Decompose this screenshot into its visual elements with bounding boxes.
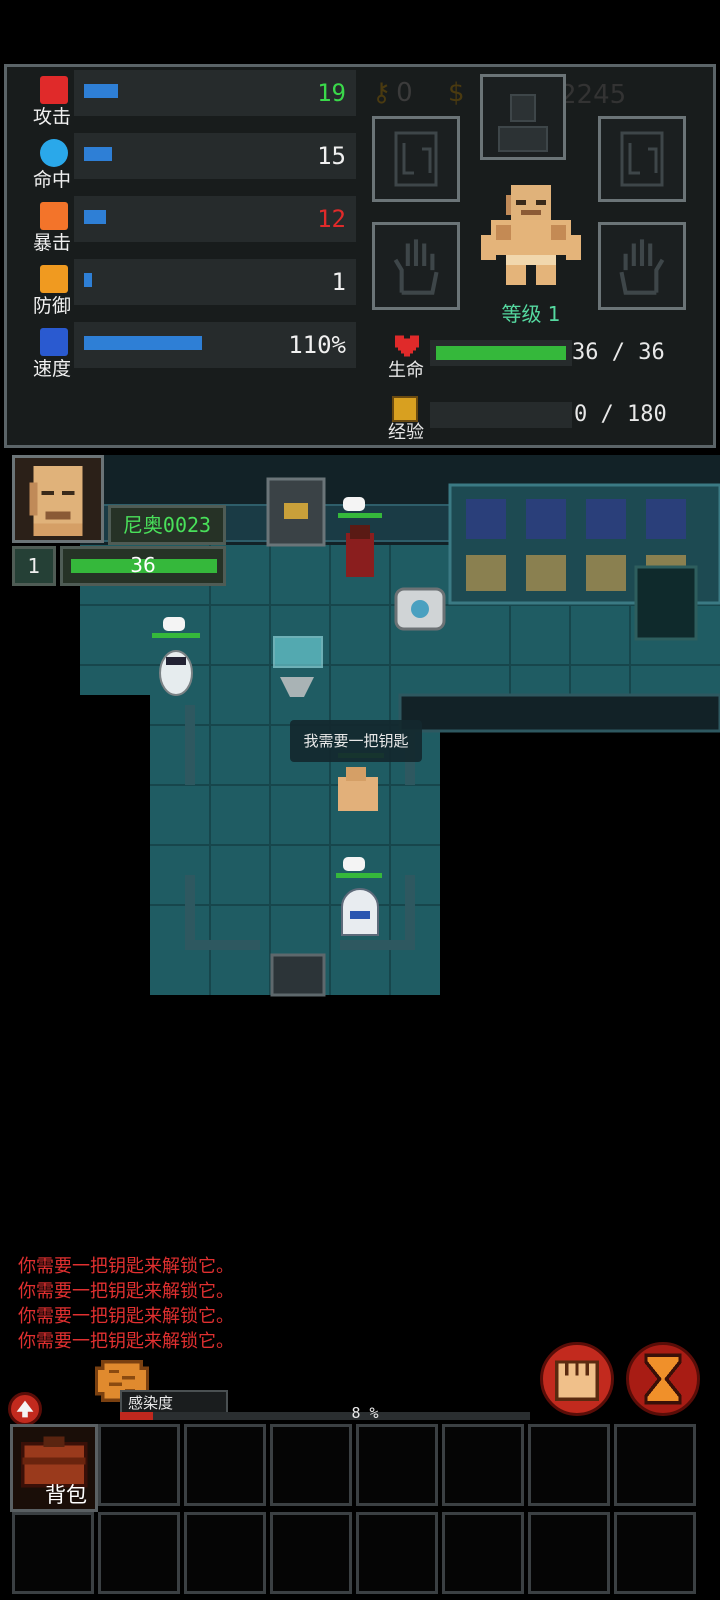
hourglass-icon [644, 1353, 682, 1405]
stat-value: 15 [317, 142, 346, 170]
inventory-slot[interactable] [184, 1512, 266, 1594]
stat-value: 1 [331, 268, 346, 296]
money-icon: $ [448, 78, 465, 108]
stat-value: 19 [317, 79, 346, 107]
hp-label: 生命 [388, 360, 424, 381]
backpack-button[interactable]: 背包 [10, 1424, 98, 1512]
stat-bar-fill [84, 147, 112, 161]
left-accessory-slot[interactable] [372, 116, 460, 202]
infection-value: 8 % [351, 1404, 379, 1422]
stat-label: 速度 [32, 358, 71, 380]
player-hp-text: 36 [130, 553, 156, 577]
stat-bar: 15 [74, 133, 356, 179]
dialog-bubble: 我需要一把钥匙 [290, 720, 422, 762]
log-line: 你需要一把钥匙来解锁它。 [18, 1281, 234, 1302]
fist-icon [554, 1360, 600, 1402]
xp-bar [430, 402, 572, 428]
inventory-slot[interactable] [270, 1512, 352, 1594]
inventory-slot[interactable] [614, 1512, 696, 1594]
player-portrait[interactable] [12, 455, 104, 543]
money-value: 2245 [560, 80, 627, 110]
inventory-slot[interactable] [356, 1424, 438, 1506]
speed-icon [40, 328, 68, 356]
stat-value: 110% [288, 331, 346, 359]
stat-bar: 12 [74, 196, 356, 242]
log-line: 你需要一把钥匙来解锁它。 [18, 1331, 234, 1352]
player-level-badge: 1 [12, 546, 56, 586]
xp-value: 0 / 180 [574, 402, 667, 427]
log-line: 你需要一把钥匙来解锁它。 [18, 1306, 234, 1327]
inventory-slot[interactable] [442, 1512, 524, 1594]
hand-icon [393, 239, 439, 295]
bottom-door[interactable] [270, 953, 326, 997]
xp-label: 经验 [388, 422, 424, 443]
stat-bar: 110% [74, 322, 356, 368]
stat-bar-fill [84, 210, 106, 224]
circuit-icon [394, 131, 438, 187]
player-name: 尼奥0023 [108, 505, 226, 545]
key-icon: ⚷ [372, 78, 392, 108]
stat-label: 攻击 [32, 106, 71, 128]
hp-value: 36 / 36 [572, 340, 665, 365]
inventory-slot[interactable] [270, 1424, 352, 1506]
inventory-slot[interactable] [528, 1424, 610, 1506]
teleport-cube[interactable] [394, 587, 446, 631]
inventory-slot[interactable] [528, 1512, 610, 1594]
portrait-face [29, 466, 83, 536]
attack-fist-button[interactable] [540, 1342, 614, 1416]
stat-label: 暴击 [32, 232, 71, 254]
right-accessory-slot[interactable] [598, 116, 686, 202]
locked-door[interactable] [266, 477, 326, 547]
level-up-arrow-icon[interactable] [8, 1392, 42, 1426]
right-hand-slot[interactable] [598, 222, 686, 310]
character-level: 等级 1 [501, 302, 561, 326]
inventory-slot[interactable] [614, 1424, 696, 1506]
defense-shield-icon [40, 265, 68, 293]
inventory-slot[interactable] [184, 1424, 266, 1506]
infection-bar [120, 1412, 530, 1420]
head-slot-icon [498, 94, 548, 152]
hand-icon [619, 239, 665, 295]
money-counter: $ [448, 78, 465, 108]
computer-console[interactable] [634, 565, 698, 641]
stat-bar-fill [84, 84, 118, 98]
hp-bar-fill [436, 346, 566, 360]
key-counter: ⚷ 0 [372, 78, 413, 108]
inventory-slot[interactable] [356, 1512, 438, 1594]
log-line: 你需要一把钥匙来解锁它。 [18, 1256, 234, 1277]
infection-bar-fill [120, 1412, 153, 1420]
critical-burst-icon [40, 202, 68, 230]
stat-label: 防御 [32, 295, 71, 317]
stat-bar: 1 [74, 259, 356, 305]
hp-bar [430, 340, 572, 366]
head-equip-slot[interactable] [480, 74, 566, 160]
stat-bar-fill [84, 273, 92, 287]
stat-label: 命中 [32, 169, 71, 191]
character-sprite [476, 180, 586, 290]
wait-turn-button[interactable] [626, 1342, 700, 1416]
circuit-icon [620, 131, 664, 187]
stat-bar: 19 [74, 70, 356, 116]
stat-value: 12 [317, 205, 346, 233]
inventory-slot[interactable] [98, 1424, 180, 1506]
stat-bar-fill [84, 336, 202, 350]
inventory-slot[interactable] [442, 1424, 524, 1506]
inventory-slot[interactable] [12, 1512, 94, 1594]
attack-sword-icon [40, 76, 68, 104]
player-hp-bar: 36 [60, 546, 226, 586]
accuracy-crosshair-icon [40, 139, 68, 167]
inventory-slot[interactable] [98, 1512, 180, 1594]
backpack-label: 背包 [45, 1483, 87, 1507]
left-hand-slot[interactable] [372, 222, 460, 310]
